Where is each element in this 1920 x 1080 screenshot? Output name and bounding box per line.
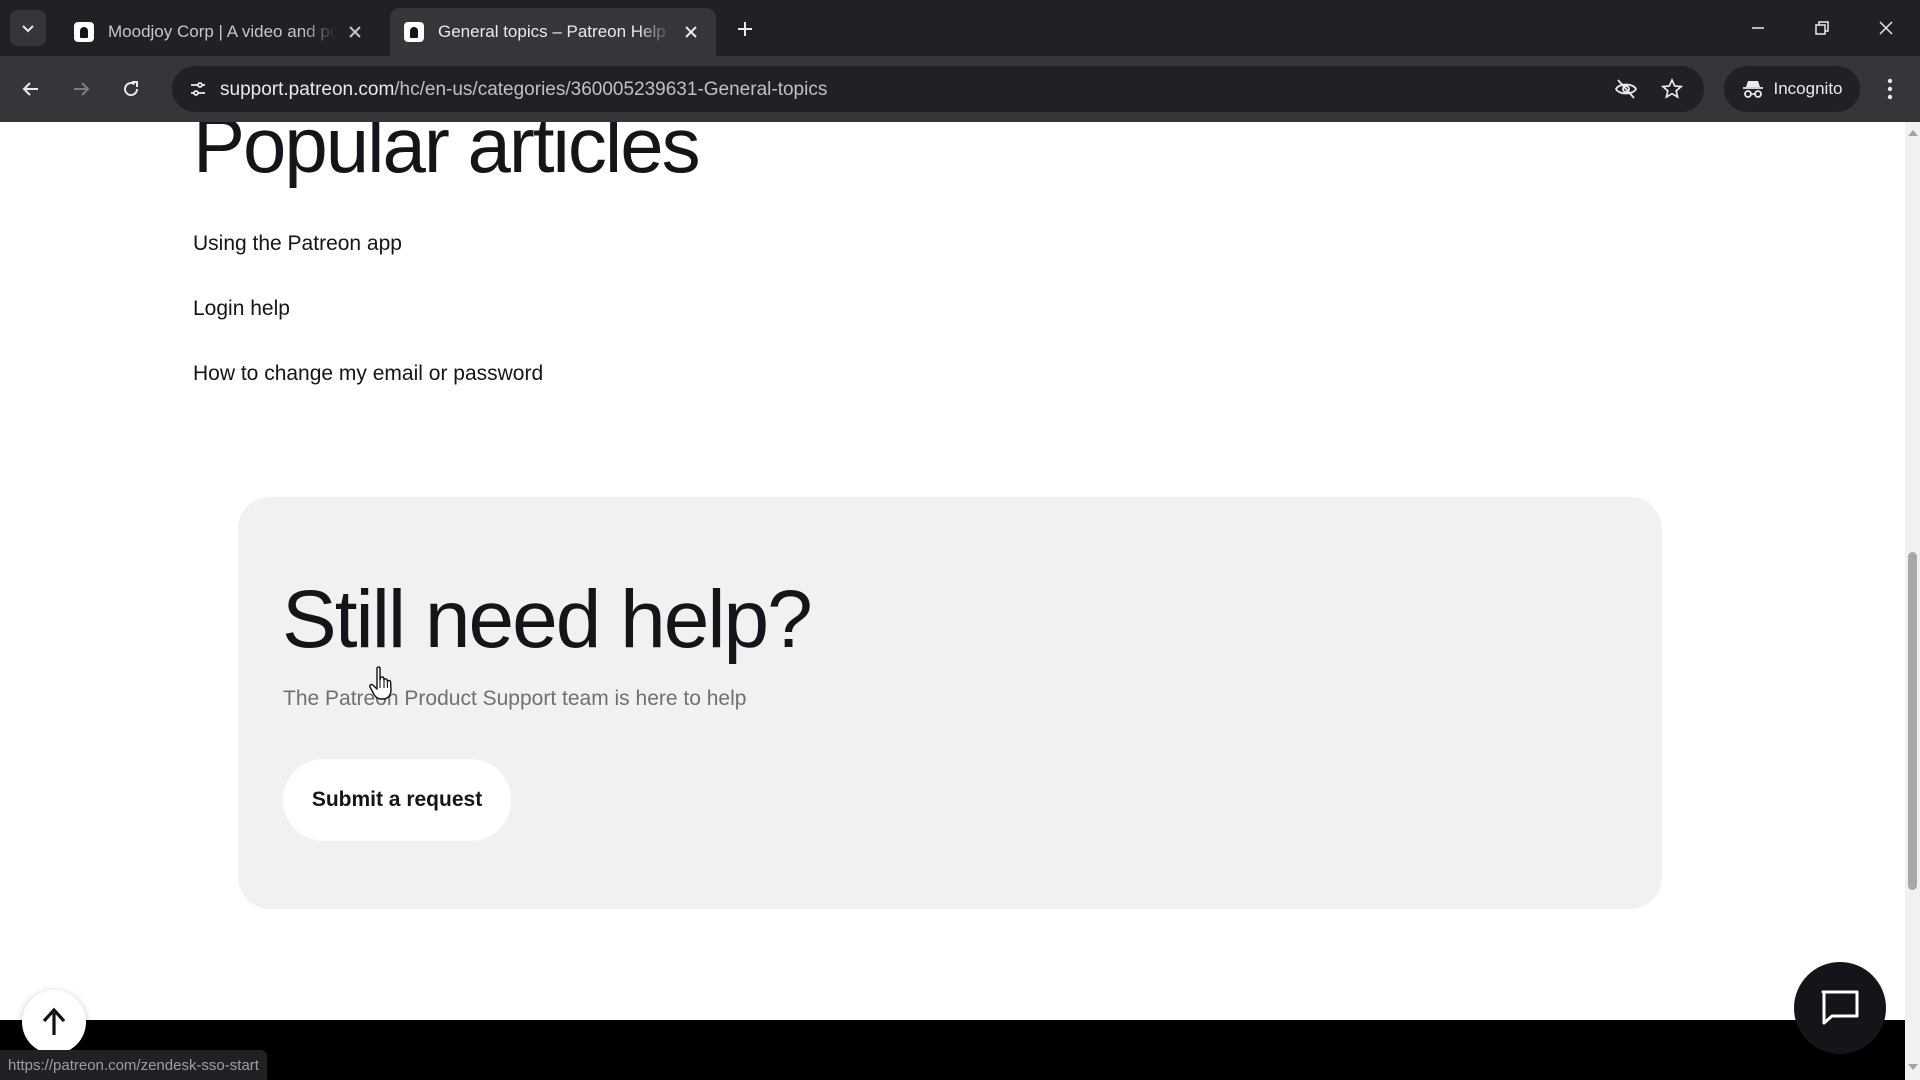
minimize-button[interactable] [1736, 10, 1780, 46]
scroll-down-arrow-icon[interactable] [1908, 1064, 1918, 1070]
article-link-login-help[interactable]: Login help [193, 297, 290, 321]
scroll-up-arrow-icon[interactable] [1908, 130, 1918, 136]
url-text: support.patreon.com/hc/en-us/categories/… [220, 79, 827, 101]
browser-toolbar: support.patreon.com/hc/en-us/categories/… [0, 56, 1920, 122]
page-viewport: Popular articles Using the Patreon app L… [0, 122, 1905, 1020]
star-icon [1661, 78, 1683, 99]
incognito-icon [1742, 81, 1763, 98]
page-footer-band [0, 1020, 1905, 1080]
chat-button[interactable] [1794, 962, 1886, 1054]
close-window-button[interactable] [1864, 10, 1908, 46]
back-to-top-button[interactable] [22, 990, 86, 1054]
close-icon[interactable] [344, 21, 366, 43]
forward-button[interactable] [62, 70, 100, 108]
arrow-right-icon [74, 82, 90, 96]
article-link-change-email-password[interactable]: How to change my email or password [193, 362, 543, 386]
page-scrollbar[interactable] [1905, 122, 1920, 1080]
patreon-logo-icon [404, 22, 424, 42]
incognito-label: Incognito [1773, 79, 1843, 98]
tab-search-button[interactable] [10, 10, 46, 46]
incognito-indicator[interactable]: Incognito [1724, 66, 1860, 112]
restore-button[interactable] [1800, 10, 1844, 46]
bookmark-button[interactable] [1658, 75, 1686, 103]
minimize-icon [1752, 27, 1764, 29]
help-card-title: Still need help? [282, 574, 813, 665]
back-button[interactable] [12, 70, 50, 108]
url-host: support.patreon.com [220, 79, 395, 100]
browser-tab-general-topics[interactable]: General topics – Patreon Help Center [390, 8, 716, 56]
browser-menu-button[interactable] [1872, 70, 1908, 108]
patreon-logo-icon [74, 22, 94, 42]
close-icon [1879, 21, 1893, 35]
tab-title: General topics – Patreon Help Center [438, 22, 672, 41]
reload-icon [124, 81, 139, 97]
url-path: /hc/en-us/categories/360005239631-Genera… [394, 79, 828, 100]
reload-button[interactable] [112, 70, 150, 108]
arrow-up-icon [42, 1007, 66, 1035]
browser-tab-moodjoy[interactable]: Moodjoy Corp | A video and podcast creat… [60, 8, 380, 56]
close-icon[interactable] [680, 21, 702, 43]
tab-title: Moodjoy Corp | A video and podcast creat… [108, 22, 336, 41]
browser-tab-strip: Moodjoy Corp | A video and podcast creat… [0, 0, 1920, 56]
still-need-help-card: Still need help? The Patreon Product Sup… [238, 497, 1662, 909]
plus-icon [738, 22, 752, 36]
restore-icon [1815, 21, 1829, 35]
arrow-left-icon [22, 82, 38, 96]
tune-icon [191, 82, 205, 96]
eye-off-icon [1614, 79, 1638, 99]
article-link-patreon-app[interactable]: Using the Patreon app [193, 232, 402, 256]
status-bar-url: https://patreon.com/zendesk-sso-start [0, 1050, 267, 1080]
chat-icon [1821, 990, 1859, 1025]
help-card-subtitle: The Patreon Product Support team is here… [283, 687, 747, 710]
submit-request-button[interactable]: Submit a request [283, 759, 511, 841]
tracking-protection-button[interactable] [1612, 75, 1640, 103]
chevron-down-icon [22, 25, 34, 33]
new-tab-button[interactable] [730, 14, 760, 44]
address-bar[interactable]: support.patreon.com/hc/en-us/categories/… [172, 66, 1704, 112]
kebab-menu-icon [1887, 78, 1893, 100]
popular-articles-heading: Popular articles [193, 122, 701, 189]
site-info-button[interactable] [182, 73, 214, 105]
scrollbar-thumb[interactable] [1908, 552, 1917, 890]
hand-pointer-cursor-icon [369, 666, 392, 700]
